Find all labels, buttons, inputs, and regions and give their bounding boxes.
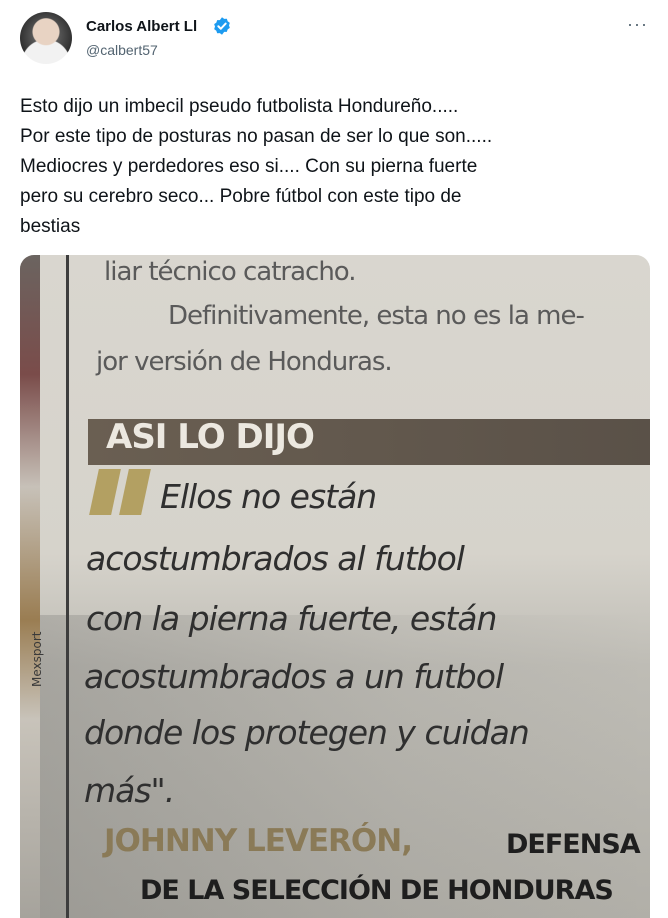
tweet-photo[interactable]: liar técnico catracho. Definitivamente, … [20, 255, 650, 918]
tweet-text-line: Por este tipo de posturas no pasan de se… [20, 126, 493, 147]
more-options-icon[interactable]: ··· [627, 14, 648, 35]
quote-line: Ellos no están [160, 477, 377, 516]
tweet-text-line: Mediocres y perdedores eso si.... Con su… [20, 156, 478, 177]
quoted-person-role: DEFENSA [506, 829, 641, 860]
tweet-text-line: bestias [20, 216, 81, 237]
quote-line: con la pierna fuerte, están [86, 599, 497, 638]
quoted-person-name: JOHNNY LEVERÓN, [104, 823, 413, 859]
quote-mark-icon [89, 469, 152, 515]
quote-line: acostumbrados al futbol [86, 539, 465, 578]
quote-banner-title: ASI LO DIJO [106, 417, 315, 457]
quote-line: acostumbrados a un futbol [84, 657, 504, 696]
article-paragraph-line: Definitivamente, esta no es la me- [168, 301, 585, 331]
quoted-person-team: DE LA SELECCIÓN DE HONDURAS [140, 875, 614, 906]
verified-badge-icon [214, 17, 230, 35]
tweet-header: Carlos Albert Ll @calbert57 ··· [0, 0, 668, 80]
tweet-text: Esto dijo un imbecil pseudo futbolista H… [20, 92, 650, 242]
author-handle[interactable]: @calbert57 [86, 42, 158, 58]
quote-line: donde los protegen y cuidan [84, 713, 530, 752]
tweet-text-line: pero su cerebro seco... Pobre fútbol con… [20, 186, 462, 207]
tweet-text-line: Esto dijo un imbecil pseudo futbolista H… [20, 96, 459, 117]
quote-line: más". [84, 771, 175, 810]
article-paragraph-line: liar técnico catracho. [104, 257, 357, 287]
author-name[interactable]: Carlos Albert Ll [86, 18, 197, 35]
photo-source-label: Mexsport [30, 631, 44, 687]
avatar[interactable] [20, 12, 72, 64]
article-paragraph-line: jor versión de Honduras. [96, 347, 393, 377]
photo-page-edge [20, 255, 40, 918]
